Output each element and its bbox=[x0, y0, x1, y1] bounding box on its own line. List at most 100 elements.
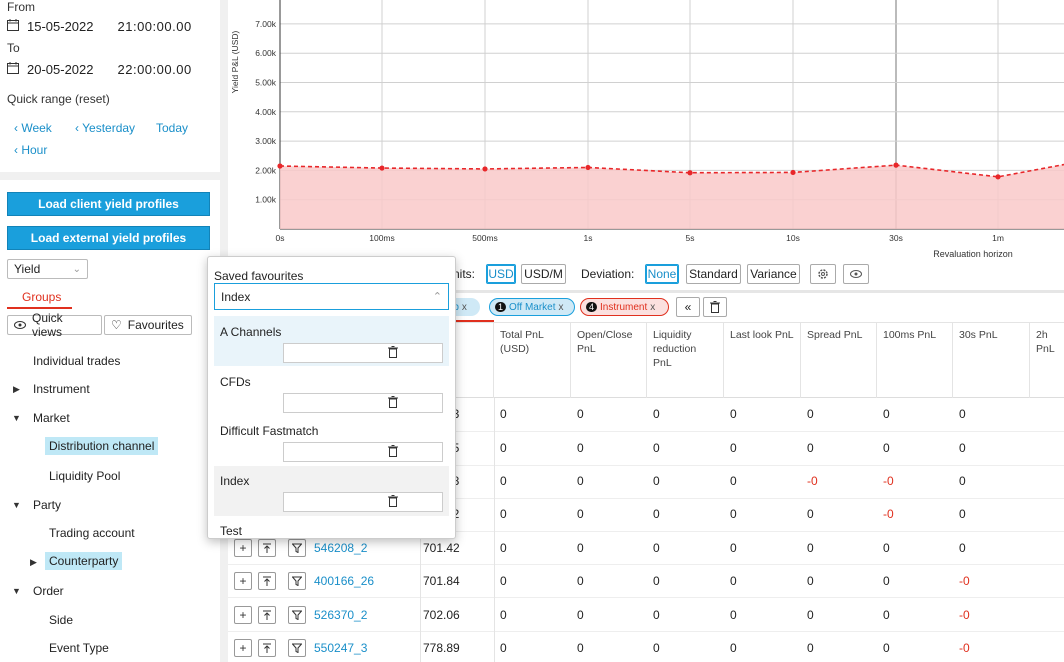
y-tick-label: 2.00k bbox=[255, 165, 277, 175]
tree-item-liquidity-pool[interactable]: Liquidity Pool bbox=[49, 469, 120, 483]
gear-icon[interactable] bbox=[810, 264, 836, 284]
filter-icon[interactable] bbox=[288, 606, 306, 624]
row-link[interactable]: 550247_3 bbox=[314, 641, 367, 655]
expand-up-icon[interactable] bbox=[258, 572, 276, 590]
to-label: To bbox=[7, 41, 20, 55]
favourite-name-input[interactable] bbox=[283, 393, 443, 413]
x-tick-label: 1s bbox=[584, 233, 593, 243]
favourite-item-label[interactable]: CFDs bbox=[220, 375, 251, 389]
add-icon[interactable]: + bbox=[234, 606, 252, 624]
col-header-liquidity-reduction-pnl[interactable]: Liquidity reduction PnL bbox=[647, 322, 724, 398]
table-cell: 0 bbox=[653, 441, 660, 455]
caret-right-icon[interactable]: ▶ bbox=[13, 384, 20, 395]
tab-groups[interactable]: Groups bbox=[22, 290, 61, 304]
filter-icon[interactable] bbox=[288, 539, 306, 557]
load-external-yield-button[interactable]: Load external yield profiles bbox=[7, 226, 210, 250]
caret-down-icon[interactable]: ▼ bbox=[12, 413, 21, 423]
col-header-total-pnl[interactable]: Total PnL (USD) bbox=[494, 322, 571, 398]
filter-chip-instrument[interactable]: 4 Instrument x bbox=[580, 298, 669, 316]
col-header-spread-pnl[interactable]: Spread PnL bbox=[801, 322, 877, 398]
data-point[interactable] bbox=[379, 165, 385, 171]
expand-up-icon[interactable] bbox=[258, 539, 276, 557]
quick-range-today[interactable]: Today bbox=[156, 121, 188, 135]
tree-item-individual-trades[interactable]: Individual trades bbox=[33, 354, 120, 368]
favourite-item-label[interactable]: Index bbox=[220, 474, 249, 488]
saved-favourites-popup: Saved favourites Index ⌃ A Channels CFDs D… bbox=[207, 256, 456, 539]
deviation-standard-button[interactable]: Standard bbox=[686, 264, 741, 284]
quick-range-hour[interactable]: ‹ Hour bbox=[14, 143, 47, 157]
filter-icon[interactable] bbox=[288, 572, 306, 590]
filter-icon[interactable] bbox=[288, 639, 306, 657]
data-point[interactable] bbox=[687, 170, 693, 176]
col-header-open-close-pnl[interactable]: Open/Close PnL bbox=[571, 322, 647, 398]
table-cell: 0 bbox=[653, 541, 660, 555]
data-point[interactable] bbox=[893, 162, 899, 168]
tree-item-order[interactable]: Order bbox=[33, 584, 64, 598]
eye-icon[interactable] bbox=[843, 264, 869, 284]
col-header-30s-pnl[interactable]: 30s PnL bbox=[953, 322, 1030, 398]
collapse-all-icon[interactable]: « bbox=[676, 297, 700, 317]
favourite-item-label[interactable]: Difficult Fastmatch bbox=[220, 424, 318, 438]
calendar-icon bbox=[7, 19, 19, 34]
col-header-100ms-pnl[interactable]: 100ms PnL bbox=[877, 322, 953, 398]
favourite-name-input[interactable] bbox=[283, 492, 443, 512]
quick-views-button[interactable]: Quick views bbox=[7, 311, 102, 339]
trash-icon[interactable] bbox=[388, 445, 398, 460]
col-header-last-look-pnl[interactable]: Last look PnL bbox=[724, 322, 801, 398]
data-point[interactable] bbox=[995, 174, 1001, 180]
data-point[interactable] bbox=[585, 164, 591, 171]
to-field[interactable]: 20-05-2022 22:00:00.00 bbox=[7, 62, 192, 77]
favourite-item-label[interactable]: Test bbox=[220, 524, 242, 538]
yield-select[interactable]: Yield ⌄ bbox=[7, 259, 88, 279]
quick-range-label: Quick range (reset) bbox=[7, 92, 110, 106]
row-link[interactable]: 526370_2 bbox=[314, 608, 367, 622]
table-cell: 0 bbox=[959, 541, 966, 555]
favourites-select[interactable]: Index ⌃ bbox=[214, 283, 449, 310]
row-link[interactable]: 400166_26 bbox=[314, 574, 374, 588]
trash-icon[interactable] bbox=[388, 346, 398, 361]
caret-down-icon[interactable]: ▼ bbox=[12, 500, 21, 510]
expand-up-icon[interactable] bbox=[258, 639, 276, 657]
row-link[interactable]: 546208_2 bbox=[314, 541, 367, 555]
favourites-button[interactable]: ♡ Favourites bbox=[104, 315, 192, 335]
from-field[interactable]: 15-05-2022 21:00:00.00 bbox=[7, 19, 192, 34]
yield-chart: 1.00k 2.00k 3.00k 4.00k 5.00k 6.00k 7.00k 0s 100… bbox=[228, 0, 1064, 262]
tree-item-distribution-channel[interactable]: Distribution channel bbox=[45, 437, 159, 455]
col-header-2h-pnl[interactable]: 2h PnL bbox=[1030, 322, 1064, 398]
caret-down-icon[interactable]: ▼ bbox=[12, 586, 21, 596]
favourite-item-label[interactable]: A Channels bbox=[220, 325, 281, 339]
data-point[interactable] bbox=[277, 163, 283, 169]
data-point[interactable] bbox=[790, 169, 796, 176]
tree-item-instrument[interactable]: Instrument bbox=[33, 382, 90, 396]
add-icon[interactable]: + bbox=[234, 539, 252, 557]
quick-range-week[interactable]: ‹ Week bbox=[14, 121, 52, 135]
cell-quantity: 701.84 bbox=[423, 574, 460, 588]
deviation-variance-button[interactable]: Variance bbox=[747, 264, 800, 284]
favourite-name-input[interactable] bbox=[283, 343, 443, 363]
y-tick-label: 1.00k bbox=[255, 195, 277, 205]
quick-range-yesterday[interactable]: ‹ Yesterday bbox=[75, 121, 135, 135]
table-cell: 0 bbox=[807, 507, 814, 521]
tree-item-party[interactable]: Party bbox=[33, 498, 61, 512]
units-usd-button[interactable]: USD bbox=[486, 264, 516, 284]
tree-item-counterparty[interactable]: Counterparty bbox=[45, 552, 123, 570]
tree-item-trading-account[interactable]: Trading account bbox=[49, 526, 135, 540]
trash-icon[interactable] bbox=[388, 396, 398, 411]
units-usdm-button[interactable]: USD/M bbox=[521, 264, 566, 284]
filter-chip-off-market[interactable]: 1 Off Market x bbox=[489, 298, 575, 316]
load-client-yield-button[interactable]: Load client yield profiles bbox=[7, 192, 210, 216]
table-cell: 0 bbox=[500, 541, 507, 555]
tree-item-side[interactable]: Side bbox=[49, 613, 73, 627]
trash-icon[interactable] bbox=[388, 495, 398, 510]
caret-right-icon[interactable]: ▶ bbox=[30, 557, 37, 568]
tree-item-market[interactable]: Market bbox=[33, 411, 70, 425]
tree-item-event-type[interactable]: Event Type bbox=[49, 641, 109, 655]
expand-up-icon[interactable] bbox=[258, 606, 276, 624]
favourite-name-input[interactable] bbox=[283, 442, 443, 462]
add-icon[interactable]: + bbox=[234, 639, 252, 657]
row-divider bbox=[228, 631, 1064, 632]
add-icon[interactable]: + bbox=[234, 572, 252, 590]
data-point[interactable] bbox=[482, 166, 488, 172]
deviation-none-button[interactable]: None bbox=[645, 264, 679, 284]
trash-icon[interactable] bbox=[703, 297, 727, 317]
